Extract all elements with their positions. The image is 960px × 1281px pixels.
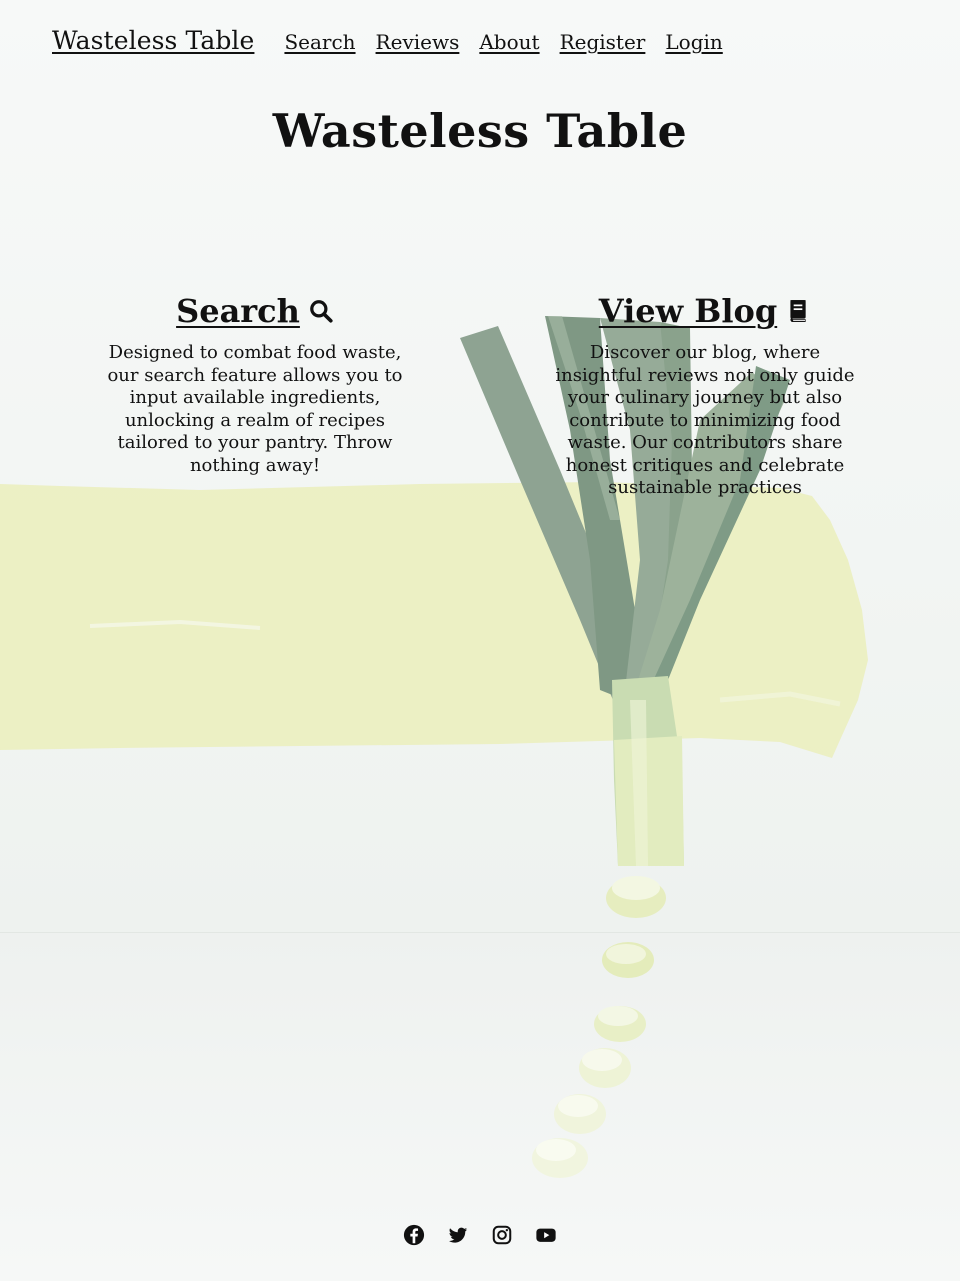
nav-link-reviews[interactable]: Reviews [376,30,460,54]
leek-slices [532,876,666,1178]
background-image [0,0,960,1281]
search-feature-link[interactable]: Search [176,292,334,330]
twitter-link[interactable] [447,1224,469,1246]
facebook-icon [403,1224,425,1246]
social-links [0,1224,960,1246]
blog-feature-card: View Blog Discover our blog, where insig… [546,292,864,500]
search-feature-heading: Search [176,292,300,330]
instagram-icon [492,1225,512,1245]
twitter-icon [448,1227,468,1243]
facebook-link[interactable] [403,1224,425,1246]
instagram-link[interactable] [491,1224,513,1246]
youtube-link[interactable] [535,1224,557,1246]
search-feature-card: Search Designed to combat food waste, ou… [100,292,410,477]
blog-feature-link[interactable]: View Blog [599,292,811,330]
paint-stroke [0,482,868,758]
book-icon [790,300,806,322]
search-feature-description: Designed to combat food waste, our searc… [107,342,403,476]
nav-link-login[interactable]: Login [665,30,722,54]
youtube-icon [536,1228,556,1242]
search-icon [310,300,333,323]
nav-link-register[interactable]: Register [560,30,646,54]
blog-feature-heading: View Blog [598,292,778,330]
nav-link-about[interactable]: About [479,30,539,54]
nav-link-search[interactable]: Search [284,30,355,54]
brand-logo-link[interactable]: Wasteless Table [52,26,254,55]
blog-feature-description: Discover our blog, where insightful revi… [555,342,855,498]
top-nav: Wasteless Table Search Reviews About Reg… [52,26,743,55]
page-title: Wasteless Table [272,104,688,158]
leek-illustration [0,316,868,1178]
